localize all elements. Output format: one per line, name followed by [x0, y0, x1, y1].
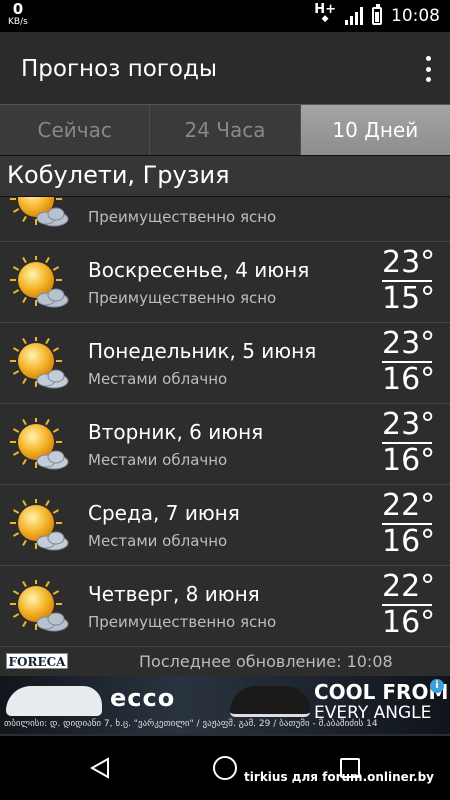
partly-cloudy-icon	[10, 497, 72, 555]
app-title: Прогноз погоды	[21, 56, 218, 82]
status-bar: 0 KB/s H+ ◆ 10:08	[0, 0, 450, 32]
battery-icon	[372, 4, 382, 25]
navigation-bar: tirkius для forum.onliner.by	[0, 736, 450, 800]
tab-24-hours[interactable]: 24 Часа	[150, 105, 301, 155]
partly-cloudy-icon	[10, 335, 72, 393]
footer: FORECA Последнее обновление: 10:08	[0, 650, 450, 674]
forecast-day-row[interactable]: Вторник, 6 июня Местами облачно 23° 16°	[0, 404, 450, 485]
day-temperatures: 23° 16°	[382, 326, 436, 397]
high-temperature: 23°	[382, 407, 436, 444]
network-type: H+ ◆	[314, 2, 336, 24]
day-temperatures: 23° 15°	[382, 245, 436, 316]
location-header: Кобулети, Грузия	[0, 155, 450, 197]
network-speed-value: 0	[12, 0, 24, 18]
ad-info-icon[interactable]: i	[430, 679, 444, 693]
low-temperature: 16°	[382, 524, 436, 559]
shoe-image	[230, 686, 310, 717]
day-temperatures: 23° 16°	[382, 407, 436, 478]
day-condition: Преимущественно ясно	[88, 208, 277, 226]
day-condition: Местами облачно	[88, 370, 228, 388]
day-condition: Преимущественно ясно	[88, 289, 277, 307]
day-name: Четверг, 8 июня	[88, 582, 260, 606]
overflow-menu-button[interactable]	[420, 54, 436, 84]
home-icon[interactable]	[213, 756, 237, 780]
forecast-list[interactable]: Преимущественно ясно 14° Воскресенье, 4 …	[0, 197, 450, 649]
mostly-clear-icon	[10, 254, 72, 312]
low-temperature: 16°	[382, 605, 436, 640]
tab-now[interactable]: Сейчас	[0, 105, 151, 155]
high-temperature: 22°	[382, 569, 436, 606]
network-speed-unit: KB/s	[8, 17, 28, 27]
ad-headline: COOL FROM	[314, 680, 449, 704]
menu-dot-icon	[425, 77, 431, 82]
menu-dot-icon	[425, 56, 431, 61]
app-bar: Прогноз погоды	[0, 32, 450, 104]
ad-address: თბილისი: დ. დიდიანი 7, ხ.ც. "ვარკეთილი" …	[4, 719, 378, 729]
day-name: Вторник, 6 июня	[88, 420, 264, 444]
day-condition: Преимущественно ясно	[88, 613, 277, 631]
network-speed: 0 KB/s	[8, 2, 28, 27]
forecast-day-row[interactable]: Среда, 7 июня Местами облачно 22° 16°	[0, 485, 450, 566]
day-temperatures: 14°	[382, 197, 435, 201]
ad-banner[interactable]: ecco COOL FROM EVERY ANGLE თბილისი: დ. დ…	[0, 676, 450, 734]
menu-dot-icon	[425, 66, 431, 72]
day-condition: Местами облачно	[88, 451, 228, 469]
day-name: Среда, 7 июня	[88, 501, 240, 525]
signal-icon	[345, 7, 363, 25]
day-condition: Местами облачно	[88, 532, 228, 550]
forecast-day-row[interactable]: Преимущественно ясно 14°	[0, 197, 450, 242]
low-temperature: 16°	[382, 443, 436, 478]
day-temperatures: 22° 16°	[382, 569, 436, 640]
day-name: Воскресенье, 4 июня	[88, 258, 310, 282]
low-temperature: 15°	[382, 281, 436, 316]
high-temperature: 23°	[382, 245, 436, 282]
high-temperature: 22°	[382, 488, 436, 525]
ad-brand: ecco	[110, 684, 176, 712]
tab-10-days[interactable]: 10 Дней	[300, 105, 450, 155]
low-temperature: 16°	[382, 362, 436, 397]
watermark: tirkius для forum.onliner.by	[244, 770, 434, 784]
foreca-logo[interactable]: FORECA	[6, 653, 68, 669]
mostly-clear-icon	[10, 197, 72, 231]
back-icon[interactable]	[88, 756, 112, 780]
last-updated: Последнее обновление: 10:08	[139, 652, 393, 671]
forecast-tabs: Сейчас 24 Часа 10 Дней	[0, 104, 450, 155]
day-temperatures: 22° 16°	[382, 488, 436, 559]
mostly-clear-icon	[10, 578, 72, 636]
shoe-image	[6, 686, 102, 716]
forecast-day-row[interactable]: Воскресенье, 4 июня Преимущественно ясно…	[0, 242, 450, 323]
clock: 10:08	[391, 6, 440, 26]
forecast-day-row[interactable]: Четверг, 8 июня Преимущественно ясно 22°…	[0, 566, 450, 647]
low-temperature: 14°	[382, 197, 435, 201]
high-temperature: 23°	[382, 326, 436, 363]
forecast-day-row[interactable]: Понедельник, 5 июня Местами облачно 23° …	[0, 323, 450, 404]
day-name: Понедельник, 5 июня	[88, 339, 317, 363]
partly-cloudy-icon	[10, 416, 72, 474]
